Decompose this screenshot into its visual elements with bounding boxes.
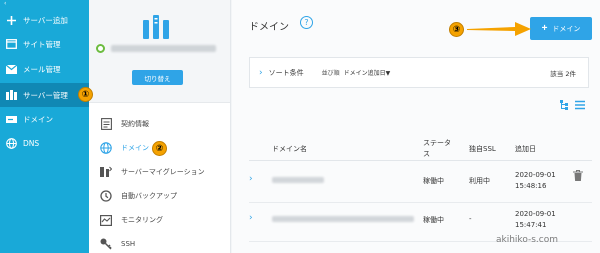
server-name [96,44,216,53]
column-header-added: 追加日 [515,145,536,153]
status-cell: 稼働中 [423,216,444,224]
server-name-redacted [111,45,216,52]
menu-item-label: 契約情報 [121,120,149,128]
globe-icon [6,137,17,149]
sort-order-label: 並び順 [321,70,340,77]
watermark: akihiko-s.com [496,235,559,245]
menu-item-ssh[interactable]: SSH [89,232,231,253]
migration-icon [100,166,112,178]
added-date-cell: 2020-09-01 15:47:41 [515,209,556,231]
added-date: 2020-09-01 [515,210,556,218]
add-domain-label: ドメイン [552,25,581,33]
left-nav: ‹ サーバー追加 サイト管理 メール管理 サーバー管理 ドメイン DNS [0,0,89,253]
nav-item-label: メール管理 [23,64,61,74]
menu-item-monitoring[interactable]: モニタリング [89,208,231,232]
column-header-domain: ドメイン名 [272,145,307,153]
help-icon[interactable]: ? [300,16,313,29]
globe-icon [100,142,112,154]
plus-icon [6,15,17,26]
step-badge-1: ① [78,87,93,102]
menu-item-label: ドメイン [121,144,149,152]
chevron-right-icon[interactable]: › [249,213,253,223]
sort-label: ソート条件 [268,68,304,77]
status-cell: 稼働中 [423,177,444,185]
chevron-right-icon: › [259,67,263,78]
contract-icon [100,118,112,130]
nav-item-label: サーバー管理 [23,90,68,100]
monitor-icon [100,214,112,226]
domain-name-redacted [272,216,414,222]
list-view-icon[interactable] [575,100,585,110]
server-menu-panel: 切り替え 契約情報 ドメイン サーバーマイグレーション 自動バックアップ モニタ… [89,0,231,253]
menu-item-backup[interactable]: 自動バックアップ [89,184,231,208]
add-domain-button[interactable]: + ドメイン [530,17,592,40]
step-badge-3: ③ [449,22,464,37]
view-toggle [560,100,585,110]
status-indicator [96,44,105,53]
header-divider [249,160,592,161]
table-row[interactable]: › 稼働中 利用中 2020-09-01 15:48:16 [249,165,592,203]
column-header-ssl: 独自SSL [469,145,496,153]
domain-name-redacted [272,177,324,183]
collapse-arrow[interactable]: ‹ [0,0,89,7]
ssl-cell: - [469,215,472,223]
tree-view-icon[interactable] [560,100,570,110]
domain-icon [6,114,17,125]
main-content: ドメイン ? + ドメイン › ソート条件 並び順 ドメイン追加日▼ 該当 2件… [232,0,600,253]
sort-bar[interactable]: › ソート条件 並び順 ドメイン追加日▼ 該当 2件 [249,57,589,88]
chevron-right-icon[interactable]: › [249,174,253,184]
trash-icon[interactable] [573,170,583,181]
menu-item-contract[interactable]: 契約情報 [89,112,231,136]
menu-item-label: 自動バックアップ [121,192,177,200]
added-date: 2020-09-01 [515,171,556,179]
page-title: ドメイン [249,22,289,33]
nav-item-dns[interactable]: DNS [0,131,89,155]
nav-item-label: ドメイン [23,114,53,124]
menu-item-label: モニタリング [121,216,163,224]
mail-icon [6,64,17,75]
nav-item-mail[interactable]: メール管理 [0,57,89,81]
nav-item-label: DNS [23,138,40,148]
column-header-status-line2: ス [423,150,430,158]
nav-item-site[interactable]: サイト管理 [0,32,89,56]
server-stack-icon [143,15,169,39]
key-icon [100,238,112,250]
menu-item-label: SSH [121,240,136,248]
backup-icon [100,190,112,202]
nav-item-server[interactable]: サーバー管理 [0,83,89,107]
column-header-status: ステータ ス [423,138,451,160]
nav-item-domain[interactable]: ドメイン [0,107,89,131]
sort-order-value[interactable]: ドメイン追加日▼ [344,68,391,77]
menu-item-migration[interactable]: サーバーマイグレーション [89,160,231,184]
switch-server-button[interactable]: 切り替え [132,70,183,85]
nav-item-add-server[interactable]: サーバー追加 [0,8,89,32]
added-time: 15:47:41 [515,221,547,229]
nav-item-label: サイト管理 [23,39,61,49]
server-card: 切り替え [89,0,230,103]
arrow-annotation-icon [467,22,531,36]
result-count: 該当 2件 [550,69,576,78]
added-date-cell: 2020-09-01 15:48:16 [515,170,556,192]
column-header-status-line1: ステータ [423,139,451,147]
ssl-cell: 利用中 [469,177,490,185]
step-badge-2: ② [152,141,167,156]
menu-item-label: サーバーマイグレーション [121,168,205,176]
server-icon [6,90,17,101]
added-time: 15:48:16 [515,182,547,190]
plus-icon: + [541,23,548,34]
nav-item-label: サーバー追加 [23,15,68,25]
window-icon [6,39,17,50]
